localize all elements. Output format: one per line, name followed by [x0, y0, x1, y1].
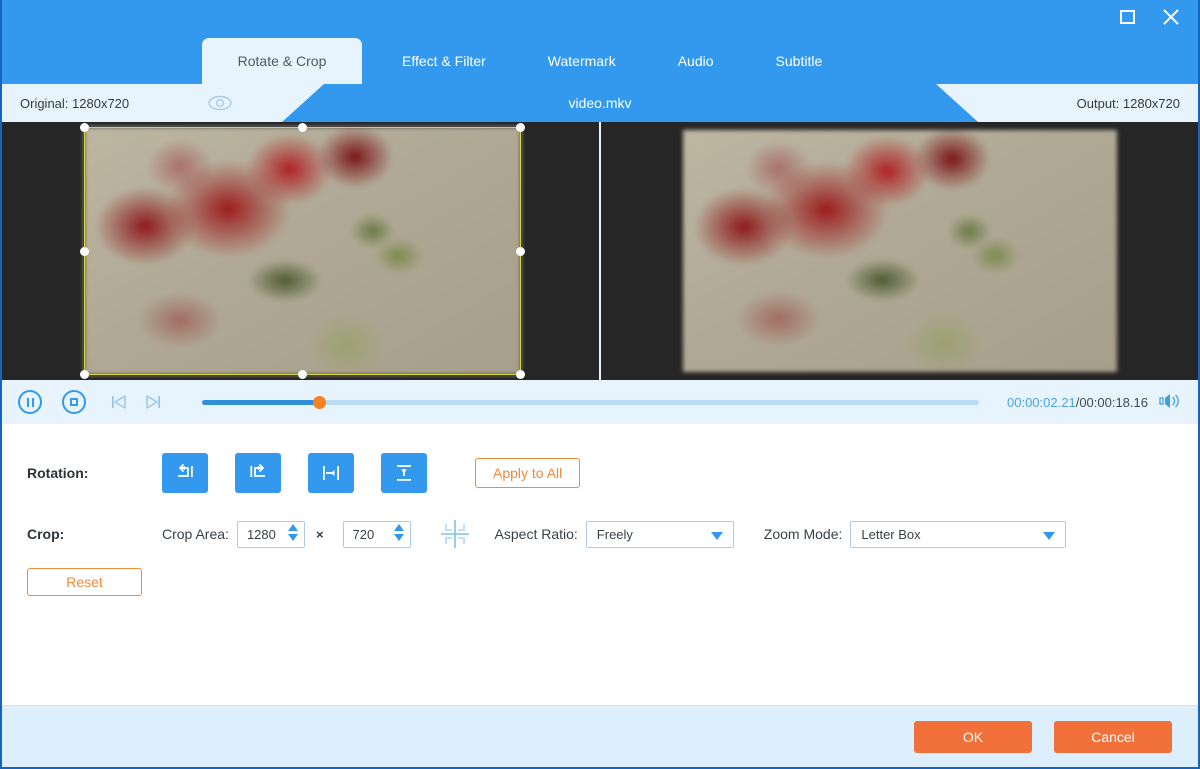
stop-button[interactable] — [62, 390, 86, 414]
stepper-down-icon[interactable] — [287, 533, 298, 541]
crop-handle-bottom-left[interactable] — [80, 370, 89, 379]
crop-handle-top-center[interactable] — [298, 123, 307, 132]
cancel-button[interactable]: Cancel — [1054, 720, 1172, 753]
flip-vertical-button[interactable] — [381, 453, 427, 493]
zoom-mode-value: Letter Box — [861, 526, 921, 542]
rotate-left-button[interactable] — [162, 453, 208, 493]
tab-label: Rotate & Crop — [237, 53, 327, 69]
zoom-mode-select[interactable]: Letter Box — [850, 520, 1067, 548]
reset-label: Reset — [66, 574, 103, 590]
output-resolution-label: Output: 1280x720 — [1076, 95, 1180, 111]
tab-effect-filter[interactable]: Effect & Filter — [380, 38, 508, 84]
pause-button[interactable] — [18, 390, 42, 414]
reset-button[interactable]: Reset — [27, 568, 142, 596]
tab-subtitle[interactable]: Subtitle — [754, 38, 845, 84]
stop-icon — [70, 398, 78, 406]
flip-horizontal-button[interactable] — [308, 453, 354, 493]
total-time: 00:00:18.16 — [1079, 394, 1148, 410]
chevron-down-icon — [710, 531, 723, 540]
tab-bar: Rotate & Crop Effect & Filter Watermark … — [202, 38, 844, 84]
title-bar: Rotate & Crop Effect & Filter Watermark … — [2, 0, 1198, 84]
playback-progress-track[interactable] — [202, 395, 979, 409]
crop-height-input[interactable]: 720 — [342, 520, 411, 548]
info-bar: Original: 1280x720 video.mkv Output: 128… — [2, 84, 1198, 122]
output-video-frame — [683, 130, 1117, 372]
crop-handle-bottom-center[interactable] — [298, 370, 307, 379]
volume-icon — [1159, 394, 1179, 408]
ok-label: OK — [962, 728, 984, 745]
tab-label: Subtitle — [775, 53, 823, 69]
crop-area-label: Crop Area: — [162, 526, 229, 542]
maximize-icon — [1119, 10, 1135, 24]
tab-label: Watermark — [547, 53, 616, 69]
crop-handle-middle-right[interactable] — [516, 246, 525, 256]
previous-frame-button[interactable] — [108, 392, 130, 412]
tab-label: Audio — [677, 53, 714, 69]
center-crop-button[interactable] — [433, 517, 477, 551]
output-preview-pane[interactable] — [599, 122, 1198, 380]
apply-to-all-label: Apply to All — [493, 465, 563, 481]
crop-selection-box[interactable] — [80, 123, 525, 379]
ok-button[interactable]: OK — [914, 720, 1032, 753]
aspect-ratio-value: Freely — [596, 526, 633, 542]
center-crop-icon — [440, 520, 469, 548]
chevron-down-icon — [1043, 531, 1056, 540]
rotation-label: Rotation: — [27, 465, 89, 481]
current-time: 00:00:02.21 — [1007, 394, 1076, 410]
zoom-mode-label: Zoom Mode: — [763, 526, 843, 542]
stepper-down-icon[interactable] — [393, 533, 404, 541]
apply-to-all-button[interactable]: Apply to All — [475, 458, 581, 488]
crop-label: Crop: — [27, 526, 65, 542]
pause-icon — [26, 397, 34, 407]
flip-horizontal-icon — [323, 466, 339, 480]
footer-bar: OK Cancel — [2, 705, 1198, 767]
stepper-up-icon[interactable] — [393, 523, 404, 531]
previous-frame-icon — [112, 395, 126, 409]
crop-width-value: 1280 — [246, 526, 276, 542]
video-editor-window: Rotate & Crop Effect & Filter Watermark … — [0, 0, 1200, 769]
aspect-ratio-select[interactable]: Freely — [585, 520, 734, 548]
rotate-left-icon — [178, 464, 193, 477]
crop-height-value: 720 — [352, 526, 375, 542]
flip-vertical-icon — [397, 465, 411, 481]
preview-area — [2, 122, 1198, 380]
maximize-button[interactable] — [1114, 4, 1140, 30]
player-bar: 00:00:02.21/00:00:18.16 — [2, 380, 1198, 424]
tab-watermark[interactable]: Watermark — [526, 38, 638, 84]
tab-audio[interactable]: Audio — [656, 38, 736, 84]
timecode-display: 00:00:02.21/00:00:18.16 — [1007, 395, 1148, 410]
rotate-right-icon — [250, 464, 265, 477]
source-preview-pane[interactable] — [2, 122, 599, 380]
playback-progress-fill — [202, 399, 319, 405]
crop-width-input[interactable]: 1280 — [236, 520, 305, 548]
aspect-ratio-label: Aspect Ratio: — [494, 526, 578, 542]
crop-handle-bottom-right[interactable] — [516, 370, 525, 379]
close-icon — [1161, 7, 1181, 27]
crop-handle-middle-left[interactable] — [80, 246, 89, 256]
stepper-up-icon[interactable] — [287, 523, 298, 531]
dimension-separator: × — [315, 526, 324, 542]
crop-height-stepper[interactable] — [393, 523, 404, 541]
controls-panel: Rotation: Apply to All Crop: Crop Area: … — [2, 424, 1198, 749]
crop-handle-top-left[interactable] — [80, 123, 89, 132]
cancel-label: Cancel — [1091, 728, 1135, 745]
close-button[interactable] — [1158, 4, 1184, 30]
tab-rotate-crop[interactable]: Rotate & Crop — [202, 38, 362, 84]
window-controls — [1114, 4, 1184, 30]
file-name-label: video.mkv — [568, 95, 632, 111]
tab-label: Effect & Filter — [402, 53, 486, 69]
next-frame-button[interactable] — [142, 392, 164, 412]
rotation-row: Rotation: Apply to All — [2, 450, 1198, 496]
crop-width-stepper[interactable] — [287, 523, 298, 541]
crop-handle-top-right[interactable] — [516, 123, 525, 132]
rotate-right-button[interactable] — [235, 453, 281, 493]
next-frame-icon — [146, 395, 160, 409]
playback-progress-thumb[interactable] — [312, 395, 326, 409]
crop-row: Crop: Crop Area: 1280 × 720 Aspect Ratio… — [2, 514, 1198, 554]
volume-button[interactable] — [1158, 392, 1182, 412]
